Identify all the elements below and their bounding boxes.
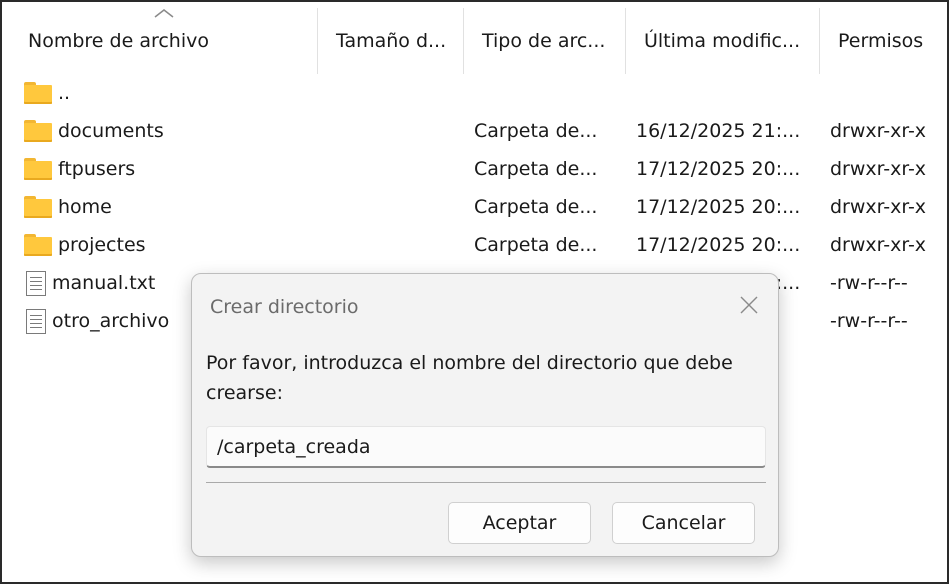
file-type: Carpeta de... <box>474 158 598 180</box>
file-permissions: drwxr-xr-x <box>830 196 927 218</box>
file-permissions: -rw-r--r-- <box>830 310 908 332</box>
file-size <box>326 150 450 188</box>
directory-name-input[interactable] <box>206 426 766 468</box>
dialog-message: Por favor, introduzca el nombre del dire… <box>206 352 733 404</box>
file-list-window: Nombre de archivo Tamaño d... Tipo de ar… <box>0 0 949 584</box>
file-type: Carpeta de... <box>474 120 598 142</box>
folder-icon <box>24 158 52 180</box>
file-modified: 17/12/2025 20:... <box>636 234 801 256</box>
folder-icon <box>24 82 52 104</box>
folder-icon <box>24 234 52 256</box>
file-name-cell: home <box>24 188 324 226</box>
file-row[interactable]: home Carpeta de... 17/12/2025 20:... drwxr-… <box>10 188 947 226</box>
file-size <box>326 112 450 150</box>
file-permissions: -rw-r--r-- <box>830 272 908 294</box>
file-permissions: drwxr-xr-x <box>830 158 927 180</box>
create-directory-dialog: Crear directorio Por favor, introduzca e… <box>191 273 779 557</box>
file-size <box>326 74 450 112</box>
file-name: manual.txt <box>52 272 156 294</box>
file-name-cell: .. <box>24 74 324 112</box>
file-size <box>326 188 450 226</box>
file-size <box>326 226 450 264</box>
file-row[interactable]: documents Carpeta de... 16/12/2025 21:... d… <box>10 112 947 150</box>
accept-button[interactable]: Aceptar <box>448 502 591 544</box>
file-name: documents <box>58 120 164 142</box>
file-name: home <box>58 196 112 218</box>
file-modified: 16/12/2025 21:... <box>636 120 801 142</box>
file-modified: 17/12/2025 20:... <box>636 158 801 180</box>
dialog-divider <box>206 482 766 483</box>
column-header-bar: Nombre de archivo Tamaño d... Tipo de ar… <box>10 8 947 74</box>
column-header-permissions[interactable]: Permisos <box>820 8 947 74</box>
file-name: projectes <box>58 234 146 256</box>
column-header-type[interactable]: Tipo de arc... <box>464 8 626 74</box>
file-name: ftpusers <box>58 158 136 180</box>
folder-icon <box>24 196 52 218</box>
file-name: otro_archivo <box>52 310 170 332</box>
close-icon <box>740 296 758 314</box>
file-icon <box>26 270 46 296</box>
file-row[interactable]: .. <box>10 74 947 112</box>
folder-icon <box>24 120 52 142</box>
file-name-cell: ftpusers <box>24 150 324 188</box>
file-name-cell: documents <box>24 112 324 150</box>
file-type <box>474 74 624 112</box>
file-permissions: drwxr-xr-x <box>830 120 927 142</box>
column-header-name[interactable]: Nombre de archivo <box>10 8 318 74</box>
file-type: Carpeta de... <box>474 196 598 218</box>
dialog-title: Crear directorio <box>210 296 359 318</box>
file-permissions: drwxr-xr-x <box>830 234 927 256</box>
file-modified: 17/12/2025 20:... <box>636 196 801 218</box>
file-modified <box>636 74 816 112</box>
file-name-cell: projectes <box>24 226 324 264</box>
file-permissions <box>830 74 947 112</box>
close-button[interactable] <box>734 290 764 320</box>
column-header-size[interactable]: Tamaño d... <box>318 8 464 74</box>
file-row[interactable]: projectes Carpeta de... 17/12/2025 20:... d… <box>10 226 947 264</box>
file-icon <box>26 308 46 334</box>
cancel-button[interactable]: Cancelar <box>612 502 755 544</box>
file-name: .. <box>58 82 71 104</box>
file-type: Carpeta de... <box>474 234 598 256</box>
file-row[interactable]: ftpusers Carpeta de... 17/12/2025 20:... dr… <box>10 150 947 188</box>
column-header-modified[interactable]: Última modific... <box>626 8 820 74</box>
